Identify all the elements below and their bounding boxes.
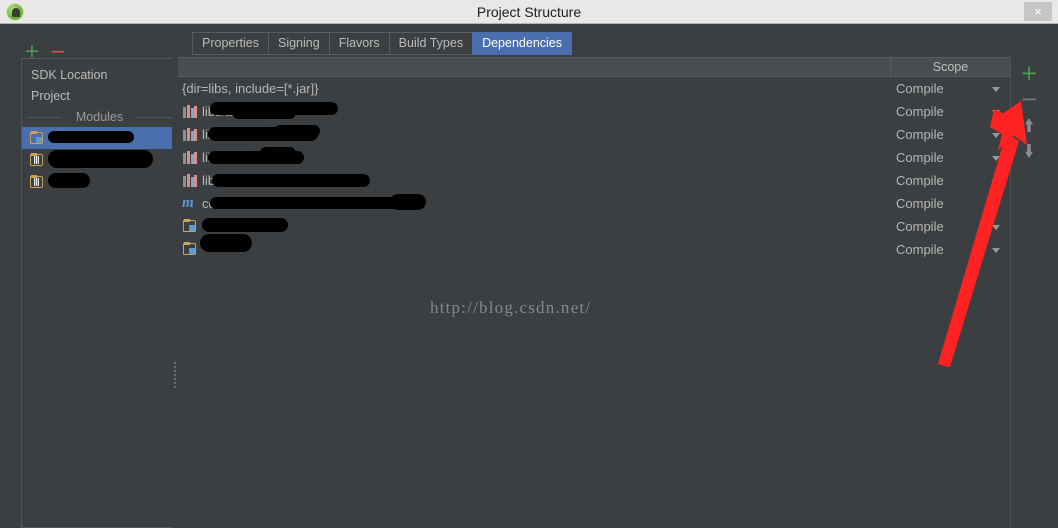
- dependency-actions-toolbar: + −: [1010, 57, 1058, 528]
- sidebar-item-label: Project: [31, 89, 70, 103]
- table-row[interactable]: {dir=libs, include=[*.jar]} Compile: [178, 77, 1010, 100]
- scope-dropdown[interactable]: Compile: [890, 123, 1010, 146]
- scope-dropdown[interactable]: Compile: [890, 192, 1010, 215]
- move-up-icon[interactable]: [1017, 113, 1041, 137]
- dependencies-table: Scope {dir=libs, include=[*.jar]} Compil…: [178, 57, 1010, 528]
- remove-dependency-button[interactable]: −: [1017, 87, 1041, 111]
- dialog-body: + − SDK Location Project Modules Propert…: [0, 24, 1058, 528]
- redacted-module-name: [48, 150, 153, 168]
- scope-dropdown[interactable]: Compile: [890, 215, 1010, 238]
- chevron-down-icon: [992, 110, 1000, 115]
- chevron-down-icon: [992, 156, 1000, 161]
- tab-build-types[interactable]: Build Types: [388, 32, 473, 55]
- dependency-name: [182, 238, 202, 261]
- scope-dropdown[interactable]: Compile: [890, 169, 1010, 192]
- redacted-dependency-name: [390, 194, 426, 210]
- sidebar-group-modules: Modules: [22, 107, 177, 127]
- chevron-down-icon: [992, 133, 1000, 138]
- redacted-dependency-name: [212, 174, 370, 187]
- table-row[interactable]: libs/ Compile: [178, 169, 1010, 192]
- tab-bar: Properties Signing Flavors Build Types D…: [192, 32, 572, 55]
- sidebar-toolbar: + −: [10, 32, 175, 61]
- scope-value: Compile: [896, 173, 944, 188]
- sidebar-module-item-3[interactable]: [22, 171, 177, 193]
- sidebar-group-label: Modules: [75, 110, 124, 124]
- scope-dropdown[interactable]: Compile: [890, 77, 1010, 100]
- scope-dropdown[interactable]: Compile: [890, 100, 1010, 123]
- column-header-scope[interactable]: Scope: [890, 58, 1010, 76]
- redacted-dependency-name: [232, 106, 296, 119]
- table-header-row: Scope: [178, 58, 1010, 77]
- chevron-down-icon: [992, 225, 1000, 230]
- table-row[interactable]: Compile: [178, 234, 1010, 261]
- move-down-icon[interactable]: [1017, 139, 1041, 163]
- watermark-text: http://blog.csdn.net/: [430, 298, 592, 317]
- tab-properties[interactable]: Properties: [192, 32, 268, 55]
- table-row[interactable]: lib Compile: [178, 123, 1010, 146]
- window-title-bar: Project Structure ×: [0, 0, 1058, 24]
- scope-value: Compile: [896, 150, 944, 165]
- table-body: {dir=libs, include=[*.jar]} Compile libs…: [178, 77, 1010, 261]
- chevron-down-icon: [992, 87, 1000, 92]
- redacted-dependency-name: [200, 234, 252, 252]
- redacted-dependency-name: [260, 147, 296, 161]
- chevron-down-icon: [992, 202, 1000, 207]
- scope-value: Compile: [896, 242, 944, 257]
- window-title: Project Structure: [476, 4, 582, 20]
- scope-value: Compile: [896, 127, 944, 142]
- redacted-dependency-name: [274, 125, 320, 137]
- splitter-grip-icon: [174, 362, 176, 388]
- tab-signing[interactable]: Signing: [267, 32, 329, 55]
- redacted-module-name: [48, 173, 90, 188]
- detail-pane: Properties Signing Flavors Build Types D…: [178, 24, 1058, 528]
- scope-dropdown[interactable]: Compile: [890, 146, 1010, 169]
- redacted-module-name: [48, 131, 134, 143]
- module-folder-icon: [30, 131, 44, 144]
- table-row[interactable]: libs/a Compile: [178, 100, 1010, 123]
- table-row[interactable]: Compile: [178, 215, 1010, 238]
- tab-dependencies[interactable]: Dependencies: [472, 32, 572, 55]
- table-row[interactable]: m co Compile: [178, 192, 1010, 215]
- redacted-dependency-name: [202, 218, 288, 232]
- scope-value: Compile: [896, 219, 944, 234]
- scope-dropdown[interactable]: Compile: [890, 238, 1010, 261]
- dependency-name: {dir=libs, include=[*.jar]}: [182, 81, 319, 96]
- tab-flavors[interactable]: Flavors: [328, 32, 389, 55]
- chevron-down-icon: [992, 248, 1000, 253]
- scope-value: Compile: [896, 196, 944, 211]
- scope-value: Compile: [896, 104, 944, 119]
- dependency-name: [182, 215, 202, 238]
- chevron-down-icon: [992, 179, 1000, 184]
- sidebar-item-project[interactable]: Project: [22, 86, 177, 107]
- module-folder-icon: [30, 175, 44, 188]
- sidebar-item-sdk-location[interactable]: SDK Location: [22, 65, 177, 86]
- scope-value: Compile: [896, 81, 944, 96]
- sidebar-item-label: SDK Location: [31, 68, 108, 82]
- sidebar: + − SDK Location Project Modules: [10, 24, 178, 528]
- sidebar-list: SDK Location Project Modules: [21, 58, 178, 528]
- module-folder-icon: [30, 153, 44, 166]
- sidebar-module-item-2[interactable]: [22, 149, 177, 171]
- sidebar-module-item-1[interactable]: [22, 127, 177, 149]
- table-row[interactable]: lib Compile: [178, 146, 1010, 169]
- close-icon[interactable]: ×: [1024, 2, 1052, 21]
- add-dependency-button[interactable]: +: [1017, 61, 1041, 85]
